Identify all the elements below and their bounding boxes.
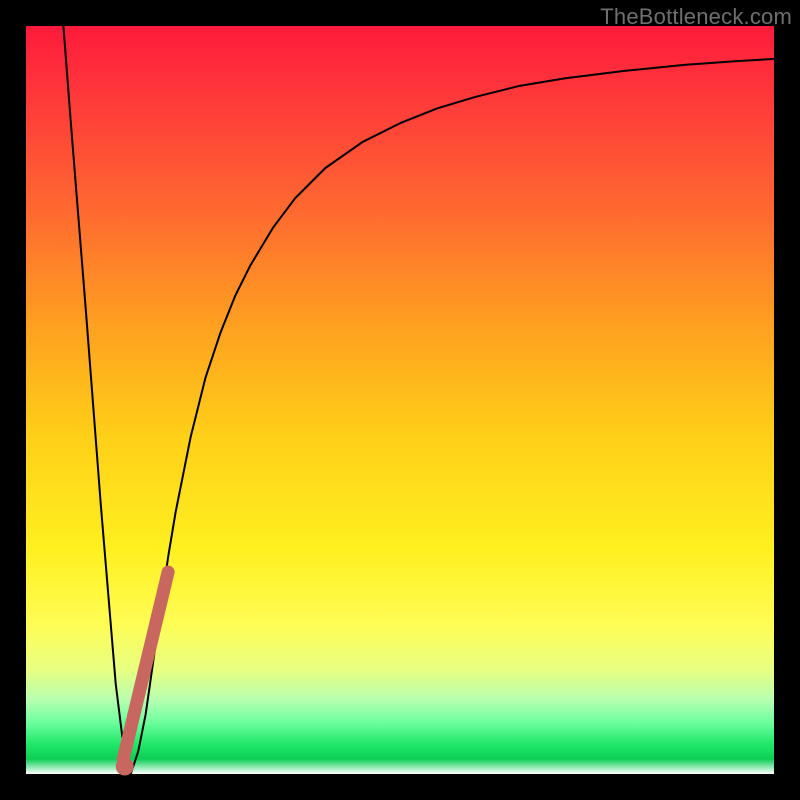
highlight-segment [123, 572, 168, 759]
chart-frame: TheBottleneck.com [0, 0, 800, 800]
watermark-text: TheBottleneck.com [600, 4, 792, 30]
chart-svg [26, 26, 774, 774]
bottleneck-curve [63, 26, 774, 774]
highlight-dot [116, 758, 134, 776]
